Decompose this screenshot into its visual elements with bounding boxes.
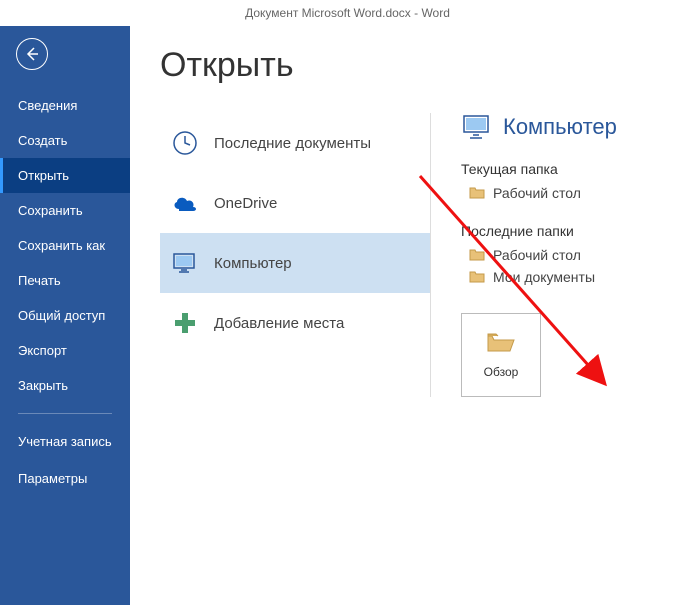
- recent-folder-name-1: Мои документы: [493, 269, 595, 285]
- source-computer[interactable]: Компьютер: [160, 233, 430, 293]
- clock-icon: [170, 128, 200, 158]
- browse-button[interactable]: Обзор: [461, 313, 541, 397]
- current-folder-item[interactable]: Рабочий стол: [469, 185, 670, 201]
- current-folder-name: Рабочий стол: [493, 185, 581, 201]
- detail-title: Компьютер: [503, 114, 617, 140]
- recent-folder-name-0: Рабочий стол: [493, 247, 581, 263]
- folder-icon: [469, 186, 485, 200]
- browse-label: Обзор: [484, 365, 519, 379]
- source-recent[interactable]: Последние документы: [160, 113, 430, 173]
- sidebar-item-new[interactable]: Создать: [0, 123, 130, 158]
- sidebar-item-save-as[interactable]: Сохранить как: [0, 228, 130, 263]
- plus-icon: [170, 308, 200, 338]
- source-recent-label: Последние документы: [214, 135, 371, 152]
- source-add-place-label: Добавление места: [214, 315, 344, 332]
- recent-folder-item-1[interactable]: Мои документы: [469, 269, 670, 285]
- back-button[interactable]: [16, 38, 48, 70]
- sidebar-item-save[interactable]: Сохранить: [0, 193, 130, 228]
- recent-folders-label: Последние папки: [461, 223, 670, 239]
- sidebar-item-account[interactable]: Учетная запись: [0, 424, 130, 461]
- source-onedrive[interactable]: OneDrive: [160, 173, 430, 233]
- source-computer-label: Компьютер: [214, 255, 292, 272]
- window-title: Документ Microsoft Word.docx - Word: [0, 0, 695, 26]
- source-list: Последние документы OneDrive Компьютер: [160, 113, 430, 397]
- detail-header: Компьютер: [461, 113, 670, 141]
- computer-icon: [170, 248, 200, 278]
- folder-icon: [469, 248, 485, 262]
- source-onedrive-label: OneDrive: [214, 195, 277, 212]
- sidebar-separator: [18, 413, 112, 414]
- backstage-sidebar: Сведения Создать Открыть Сохранить Сохра…: [0, 26, 130, 605]
- current-folder-label: Текущая папка: [461, 161, 670, 177]
- sidebar-item-export[interactable]: Экспорт: [0, 333, 130, 368]
- sidebar-item-open[interactable]: Открыть: [0, 158, 130, 193]
- detail-panel: Компьютер Текущая папка Рабочий стол Пос…: [430, 113, 670, 397]
- app-body: Сведения Создать Открыть Сохранить Сохра…: [0, 26, 695, 605]
- page-title: Открыть: [160, 46, 695, 85]
- computer-large-icon: [461, 113, 493, 141]
- folder-icon: [469, 270, 485, 284]
- sidebar-item-share[interactable]: Общий доступ: [0, 298, 130, 333]
- main-panel: Открыть Последние документы OneDrive: [130, 26, 695, 605]
- source-add-place[interactable]: Добавление места: [160, 293, 430, 353]
- arrow-left-icon: [24, 46, 40, 62]
- folder-open-icon: [486, 331, 516, 355]
- sidebar-item-options[interactable]: Параметры: [0, 461, 130, 496]
- cloud-icon: [170, 188, 200, 218]
- columns: Последние документы OneDrive Компьютер: [160, 113, 695, 397]
- sidebar-item-info[interactable]: Сведения: [0, 88, 130, 123]
- recent-folder-item-0[interactable]: Рабочий стол: [469, 247, 670, 263]
- sidebar-item-print[interactable]: Печать: [0, 263, 130, 298]
- sidebar-item-close[interactable]: Закрыть: [0, 368, 130, 403]
